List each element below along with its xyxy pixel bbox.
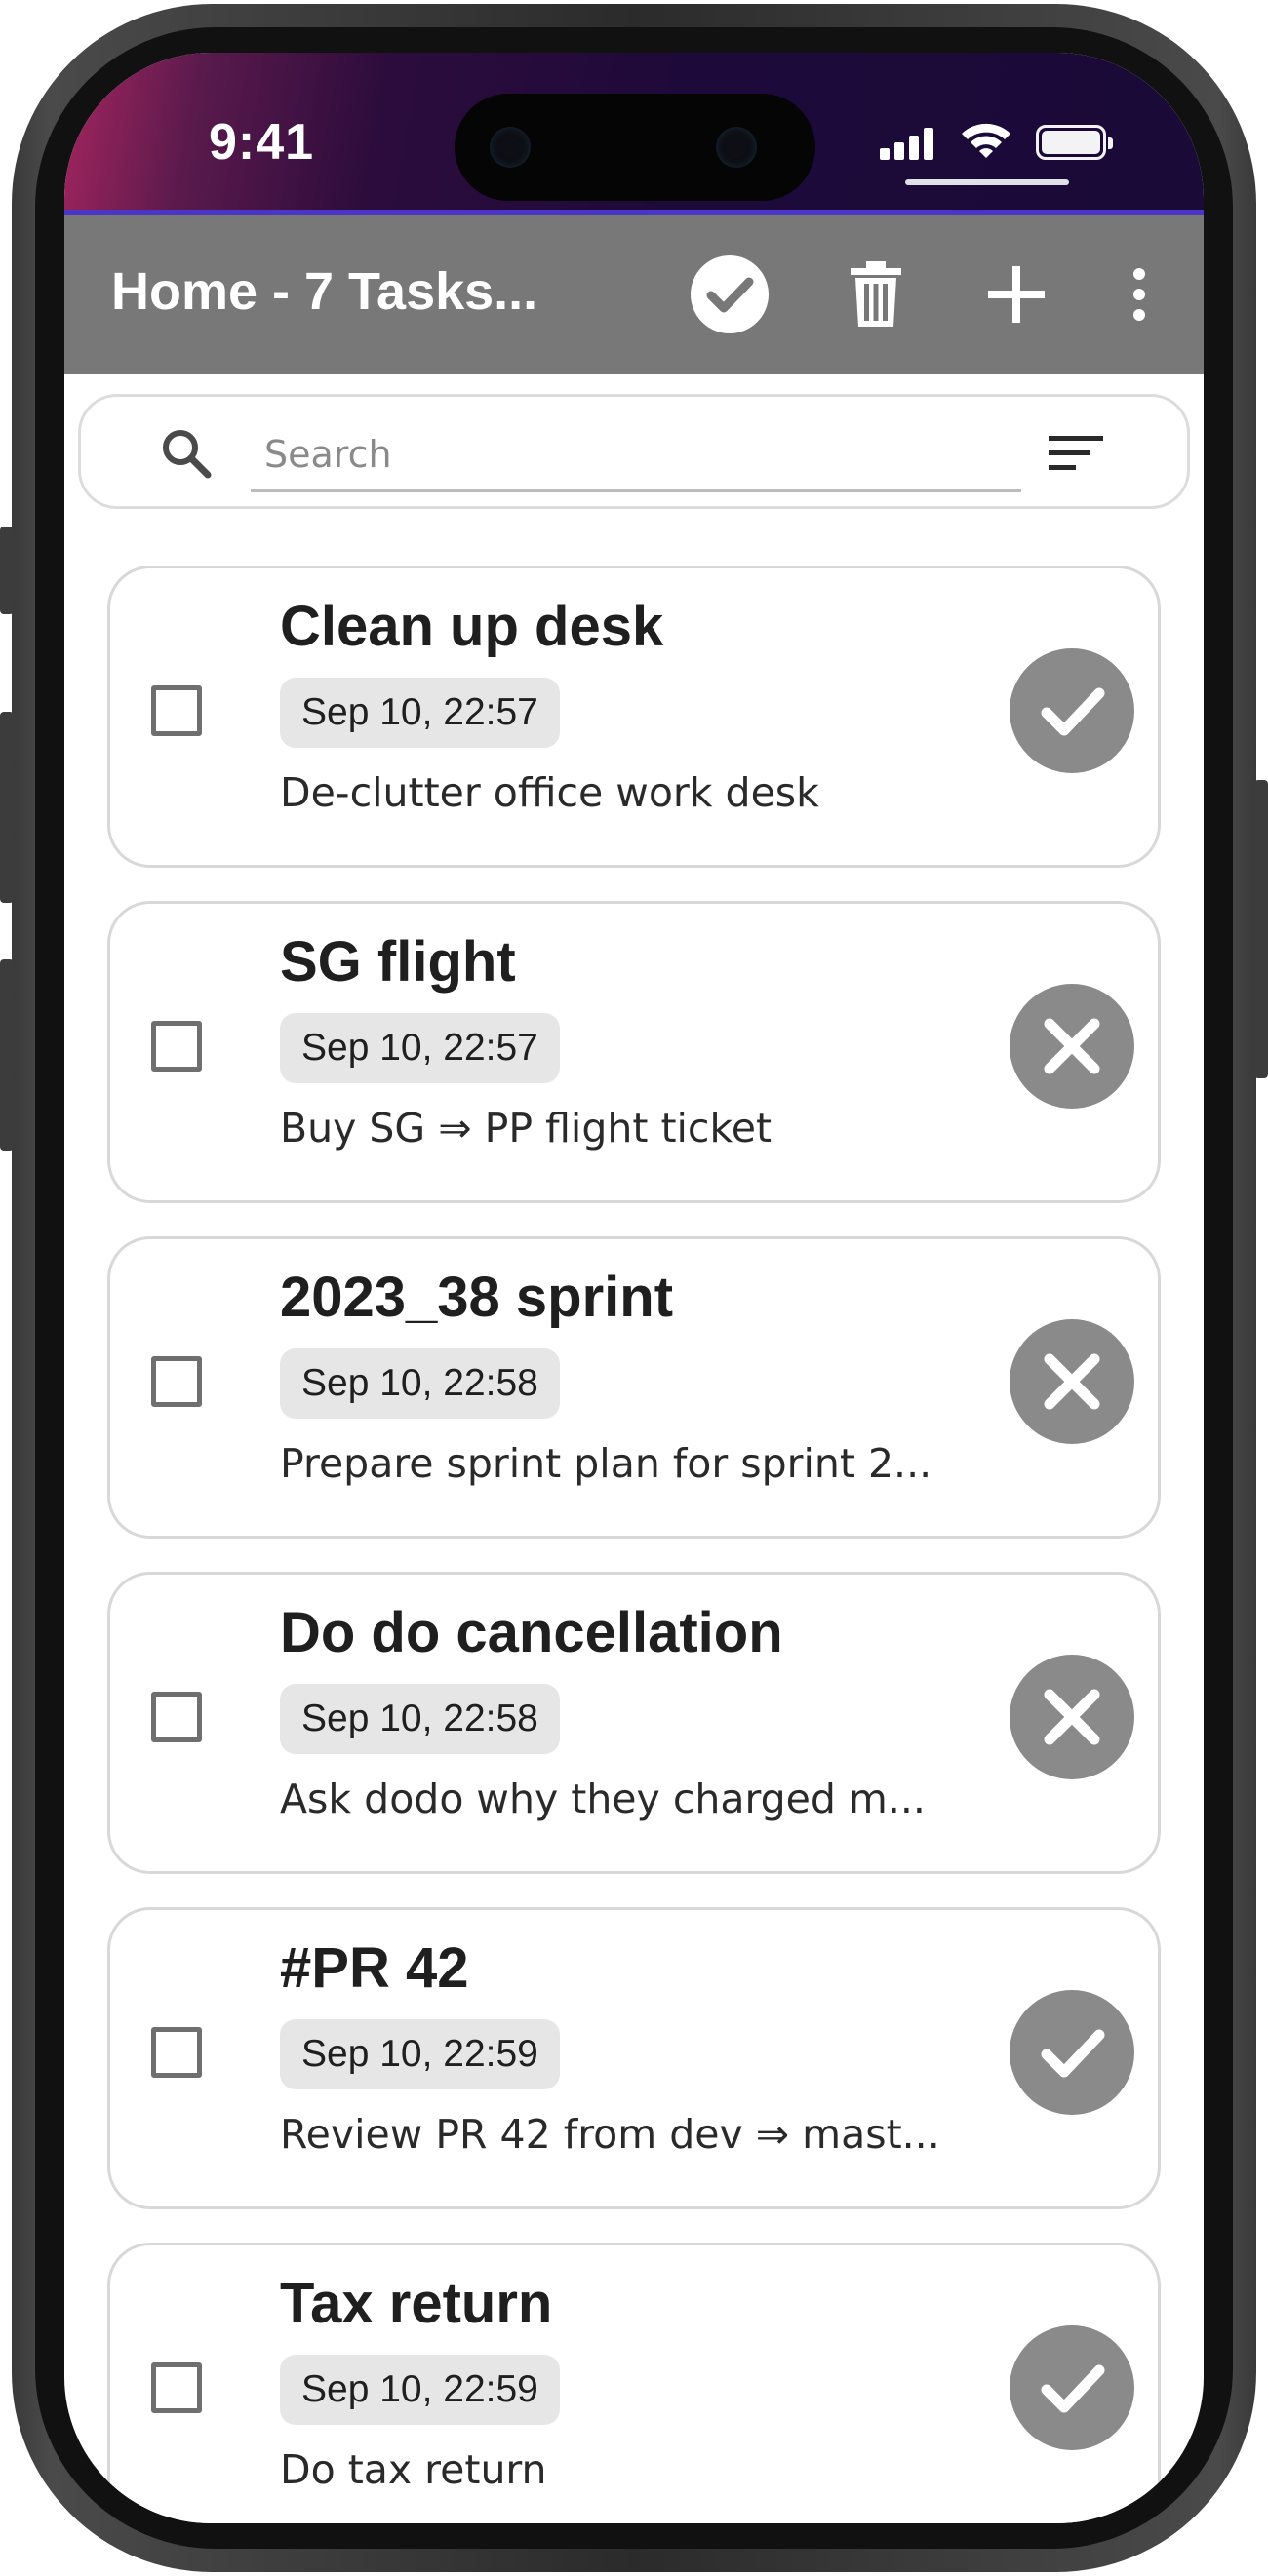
mark-done-button[interactable] [1010,2325,1134,2450]
app-bar: Home - 7 Tasks... [64,215,1204,374]
side-button-power [1254,780,1268,1078]
task-date-badge: Sep 10, 22:59 [280,2355,560,2425]
task-description: De-clutter office work desk [280,769,819,816]
task-checkbox[interactable] [151,685,202,736]
task-date-badge: Sep 10, 22:57 [280,678,560,748]
wifi-icon [962,123,1010,158]
phone-screen: 9:41 Home - 7 Tasks... Search Clean up d… [64,53,1204,2523]
task-date-badge: Sep 10, 22:58 [280,1348,560,1419]
more-options-button[interactable] [1090,246,1188,343]
close-icon [1044,1689,1100,1745]
delete-button[interactable] [827,246,925,343]
check-icon [1041,2029,1105,2078]
task-title: Do do cancellation [280,1601,783,1664]
task-title: SG flight [280,930,516,994]
check-icon [1041,2364,1105,2413]
camera-icon [716,127,757,168]
side-button-action [0,527,14,614]
task-card[interactable]: #PR 42 Sep 10, 22:59 Review PR 42 from d… [107,1907,1161,2209]
task-checkbox[interactable] [151,2362,202,2413]
search-icon [163,430,212,479]
sort-icon[interactable] [1047,426,1105,481]
mark-not-done-button[interactable] [1010,1655,1134,1779]
task-description: Ask dodo why they charged m... [280,1776,926,1822]
trash-icon [851,261,901,327]
task-description: Do tax return [280,2446,547,2493]
task-checkbox[interactable] [151,1021,202,1072]
task-date-badge: Sep 10, 22:59 [280,2019,560,2089]
task-title: Tax return [280,2272,553,2335]
task-card[interactable]: 2023_38 sprint Sep 10, 22:58 Prepare spr… [107,1236,1161,1539]
task-card[interactable]: Tax return Sep 10, 22:59 Do tax return [107,2243,1161,2523]
task-checkbox[interactable] [151,2027,202,2078]
check-icon [1041,687,1105,736]
side-button-volume-up [0,712,14,903]
mark-done-button[interactable] [1010,1990,1134,2115]
add-icon [988,266,1045,323]
close-icon [1044,1353,1100,1410]
task-title: #PR 42 [280,1936,469,2000]
signal-icon [880,127,934,160]
search-input[interactable] [251,418,1021,492]
task-checkbox[interactable] [151,1356,202,1407]
sensor-icon [490,127,531,168]
task-description: Buy SG ⇒ PP flight ticket [280,1105,773,1151]
task-checkbox[interactable] [151,1692,202,1742]
side-button-volume-down [0,959,14,1151]
task-title: 2023_38 sprint [280,1266,674,1329]
mark-not-done-button[interactable] [1010,1319,1134,1444]
check-circle-icon [691,255,769,333]
task-description: Review PR 42 from dev ⇒ mast... [280,2111,940,2158]
complete-all-button[interactable] [681,246,778,343]
more-vert-icon [1133,268,1145,321]
task-card[interactable]: SG flight Sep 10, 22:57 Buy SG ⇒ PP flig… [107,901,1161,1203]
close-icon [1044,1018,1100,1074]
task-description: Prepare sprint plan for sprint 2... [280,1440,932,1487]
status-time: 9:41 [209,114,315,171]
status-bar: 9:41 [64,53,1204,215]
mark-done-button[interactable] [1010,648,1134,773]
add-task-button[interactable] [968,246,1065,343]
task-card[interactable]: Clean up desk Sep 10, 22:57 De-clutter o… [107,566,1161,868]
dynamic-island [455,94,815,201]
battery-icon [1036,125,1113,160]
task-date-badge: Sep 10, 22:57 [280,1013,560,1083]
search-bar [78,394,1190,509]
mark-not-done-button[interactable] [1010,984,1134,1109]
task-card[interactable]: Do do cancellation Sep 10, 22:58 Ask dod… [107,1572,1161,1874]
task-date-badge: Sep 10, 22:58 [280,1684,560,1754]
page-title: Home - 7 Tasks... [111,262,538,321]
status-indicator-bar [905,179,1069,185]
task-title: Clean up desk [280,595,664,658]
